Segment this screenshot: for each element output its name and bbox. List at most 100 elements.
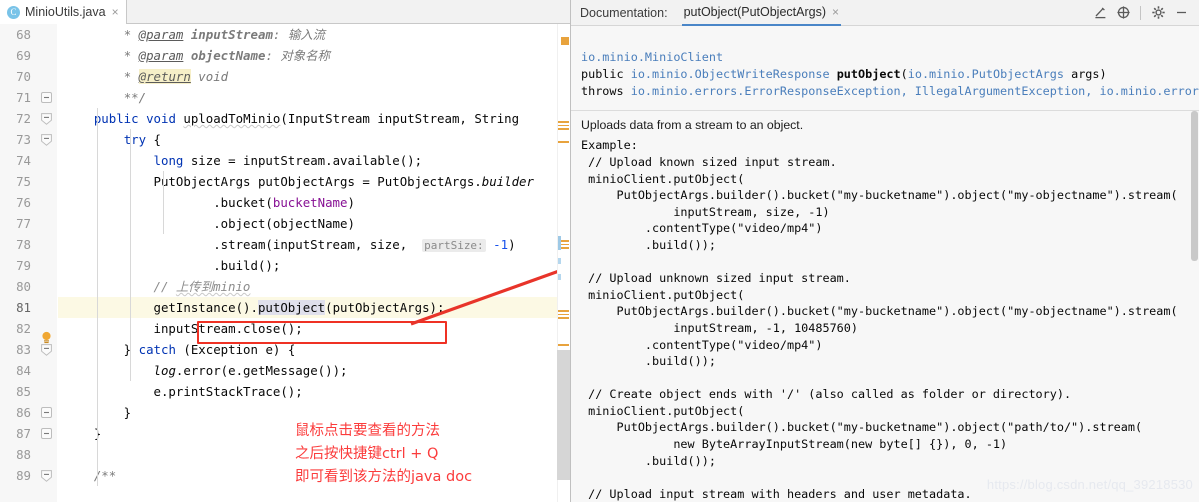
code-line[interactable]: .build(); — [64, 255, 570, 276]
pencil-glyph — [1094, 7, 1105, 19]
marker-removed-line — [558, 141, 569, 143]
marker-stripe-group[interactable] — [558, 310, 569, 321]
fold-toggle-icon[interactable] — [41, 407, 52, 418]
bulb-glyph — [42, 331, 51, 344]
documentation-content[interactable]: Uploads data from a stream to an object.… — [571, 111, 1199, 502]
line-number: 87 — [16, 426, 31, 441]
line-number: 76 — [16, 195, 31, 210]
editor-body: 68 69 70 71 72 73 74 75 76 77 78 79 80 81 82 83 84 85 86 87… — [0, 24, 570, 502]
editor-pane: C MinioUtils.java × 68 69 70 71 72 73 74 75 76 77… — [0, 0, 570, 502]
code-line[interactable]: // 上传到minio — [64, 276, 570, 297]
code-line[interactable]: public void uploadToMinio(InputStream in… — [64, 108, 570, 129]
line-number: 80 — [16, 279, 31, 294]
vcs-change-bar — [558, 274, 561, 280]
editor-tab-label: MinioUtils.java — [25, 5, 106, 19]
ide-window: C MinioUtils.java × 68 69 70 71 72 73 74 75 76 77… — [0, 0, 1199, 502]
code-line[interactable]: * @param objectName: 对象名称 — [64, 45, 570, 66]
line-number: 86 — [16, 405, 31, 420]
vcs-change-bar — [558, 258, 561, 264]
documentation-scrollbar[interactable] — [1190, 111, 1199, 502]
code-line[interactable]: inputStream.close(); — [64, 318, 570, 339]
code-line[interactable]: **/ — [64, 87, 570, 108]
intention-bulb-icon[interactable] — [40, 331, 53, 344]
code-line[interactable]: long size = inputStream.available(); — [64, 150, 570, 171]
fold-toggle-icon[interactable] — [41, 428, 52, 439]
line-number: 74 — [16, 153, 31, 168]
documentation-title: Documentation: — [580, 5, 668, 20]
code-line[interactable]: .bucket(bucketName) — [64, 192, 570, 213]
indent-guide — [97, 108, 98, 486]
java-class-icon: C — [7, 5, 20, 19]
line-number: 77 — [16, 216, 31, 231]
line-number: 89 — [16, 468, 31, 483]
line-number: 78 — [16, 237, 31, 252]
marker-stripe-group[interactable] — [558, 121, 569, 132]
line-number: 75 — [16, 174, 31, 189]
editor-tab-bar: C MinioUtils.java × — [0, 0, 570, 24]
line-number: 84 — [16, 363, 31, 378]
locate-icon[interactable] — [1113, 3, 1133, 23]
code-line[interactable]: log.error(e.getMessage()); — [64, 360, 570, 381]
documentation-pane: Documentation: putObject(PutObjectArgs) … — [571, 0, 1199, 502]
code-line[interactable]: try { — [64, 129, 570, 150]
line-number: 83 — [16, 342, 31, 357]
line-number: 88 — [16, 447, 31, 462]
documentation-tab-label: putObject(PutObjectArgs) — [683, 4, 826, 19]
vcs-change-bar — [558, 236, 561, 250]
code-line[interactable]: e.printStackTrace(); — [64, 381, 570, 402]
code-line[interactable]: .object(objectName) — [64, 213, 570, 234]
editor-marker-strip[interactable] — [557, 24, 570, 502]
hide-icon[interactable] — [1171, 3, 1191, 23]
line-number: 81 — [16, 300, 31, 315]
close-icon[interactable]: × — [111, 6, 120, 18]
indent-guide — [130, 129, 131, 381]
code-line[interactable]: .stream(inputStream, size, partSize: -1) — [64, 234, 570, 255]
signature-line-3: throws io.minio.errors.ErrorResponseExce… — [581, 84, 1199, 98]
minus-glyph — [1176, 11, 1186, 14]
toolbar-divider — [1140, 5, 1141, 20]
editor-gutter[interactable]: 68 69 70 71 72 73 74 75 76 77 78 79 80 81 82 83 84 85 86 87… — [0, 24, 58, 502]
line-number: 71 — [16, 90, 31, 105]
code-line[interactable]: * @param inputStream: 输入流 — [64, 24, 570, 45]
code-line[interactable]: PutObjectArgs putObjectArgs = PutObjectA… — [64, 171, 570, 192]
fold-toggle-icon[interactable] — [41, 113, 52, 125]
code-folding-column[interactable] — [38, 24, 58, 502]
line-number: 73 — [16, 132, 31, 147]
line-number: 82 — [16, 321, 31, 336]
line-number-column: 68 69 70 71 72 73 74 75 76 77 78 79 80 81 82 83 84 85 86 87… — [0, 24, 34, 486]
target-glyph — [1116, 6, 1130, 19]
code-line[interactable]: getInstance().putObject(putObjectArgs); — [64, 297, 570, 318]
settings-icon[interactable] — [1148, 3, 1168, 23]
line-number: 85 — [16, 384, 31, 399]
code-line[interactable]: } catch (Exception e) { — [64, 339, 570, 360]
fold-toggle-icon[interactable] — [41, 470, 52, 482]
indent-guide — [163, 171, 164, 234]
documentation-code-block: // Upload known sized input stream. mini… — [588, 154, 1178, 501]
code-line[interactable]: * @return void — [64, 66, 570, 87]
code-text-area[interactable]: * @param inputStream: 输入流 * @param objec… — [58, 24, 570, 502]
line-number: 68 — [16, 27, 31, 42]
editor-vertical-scrollbar[interactable] — [557, 350, 570, 480]
code-lines: * @param inputStream: 输入流 * @param objec… — [58, 24, 570, 486]
line-number: 70 — [16, 69, 31, 84]
marker-warning[interactable] — [561, 37, 569, 45]
line-number: 72 — [16, 111, 31, 126]
signature-owner: io.minio.MinioClient — [581, 50, 724, 64]
documentation-scroll-thumb[interactable] — [1191, 111, 1198, 262]
line-number: 69 — [16, 48, 31, 63]
gear-glyph — [1151, 6, 1165, 19]
line-number: 79 — [16, 258, 31, 273]
fold-toggle-icon[interactable] — [41, 134, 52, 146]
signature-line-2: public io.minio.ObjectWriteResponse putO… — [581, 67, 1107, 81]
documentation-toolbar — [1090, 3, 1195, 23]
annotation-text: 鼠标点击要查看的方法 之后按快捷键ctrl + Q 即可看到该方法的java d… — [295, 423, 473, 485]
fold-toggle-icon[interactable] — [41, 344, 52, 356]
documentation-header: Documentation: putObject(PutObjectArgs) … — [571, 0, 1199, 26]
close-icon[interactable]: × — [832, 5, 839, 19]
fold-toggle-icon[interactable] — [41, 92, 52, 103]
edit-source-icon[interactable] — [1090, 3, 1110, 23]
documentation-example-label: Example: — [581, 138, 638, 153]
documentation-tab[interactable]: putObject(PutObjectArgs) × — [681, 0, 841, 26]
editor-tab-minioutils[interactable]: C MinioUtils.java × — [0, 0, 127, 24]
documentation-description: Uploads data from a stream to an object. — [581, 118, 804, 133]
